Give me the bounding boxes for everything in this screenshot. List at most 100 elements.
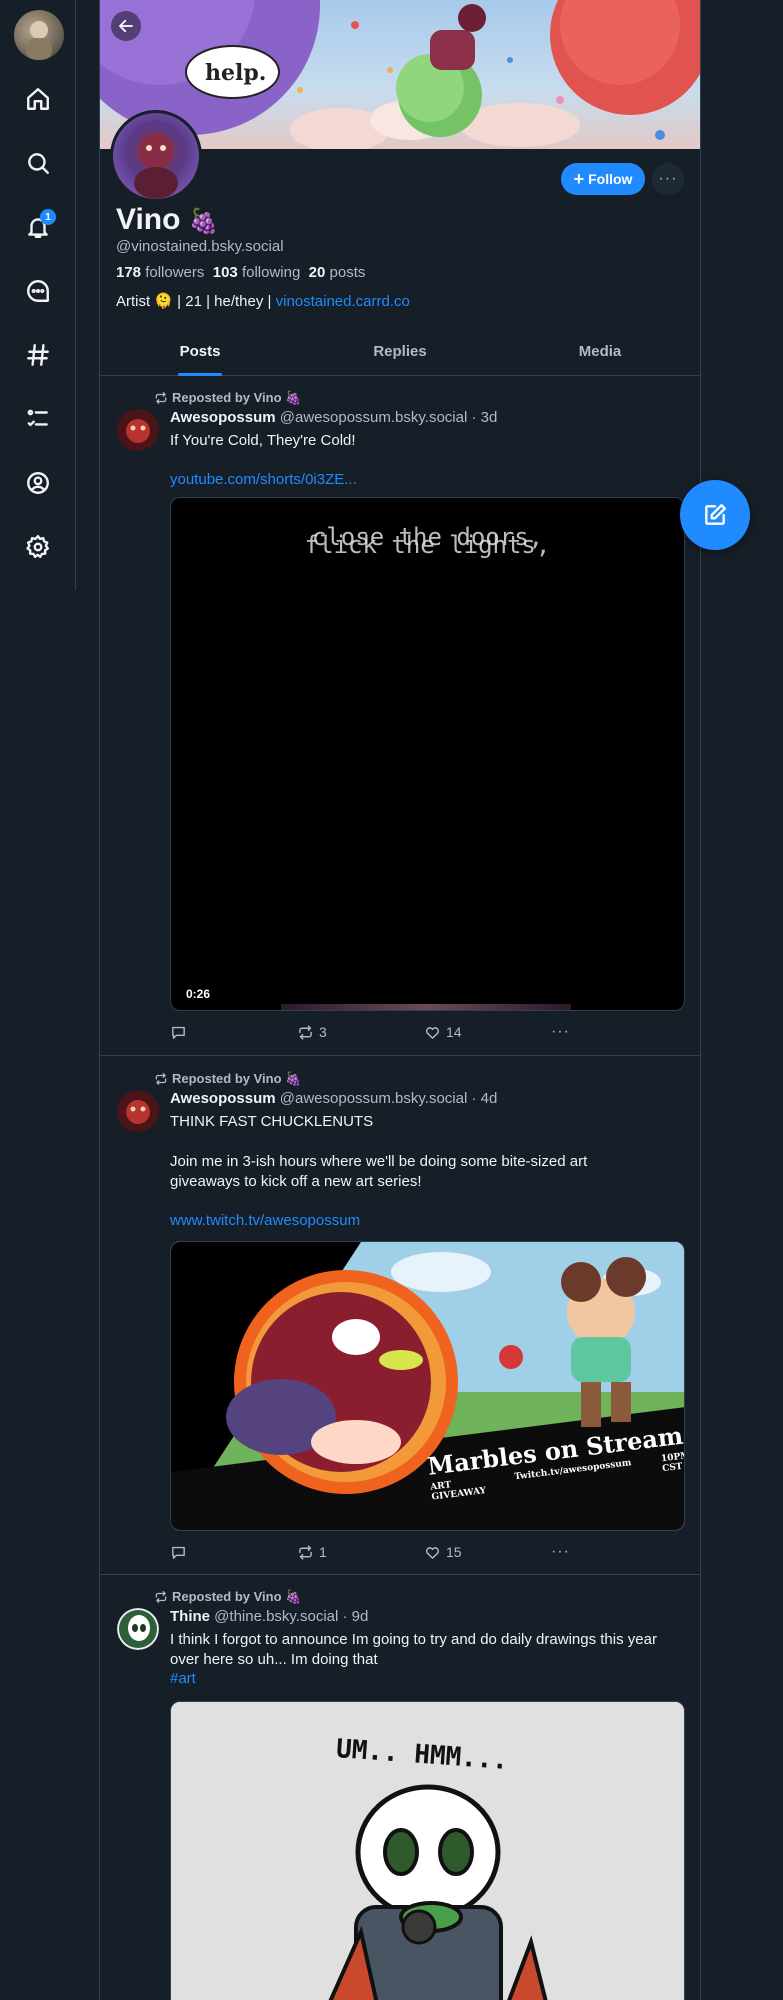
- post-author[interactable]: Thine: [170, 1608, 210, 1625]
- video-caption: close the doors, flick the lights,: [171, 525, 684, 557]
- like-count: 15: [445, 1544, 462, 1560]
- post-author[interactable]: Awesopossum: [170, 1090, 276, 1107]
- avatar[interactable]: [117, 409, 159, 451]
- home-icon[interactable]: [22, 83, 54, 115]
- gear-icon[interactable]: [22, 531, 54, 563]
- repost-label[interactable]: Reposted by Vino 🍇: [172, 1071, 301, 1087]
- post-handle[interactable]: @awesopossum.bsky.social: [280, 1090, 468, 1107]
- post-handle[interactable]: @awesopossum.bsky.social: [280, 409, 468, 426]
- follow-label: Follow: [588, 171, 633, 187]
- post-author[interactable]: Awesopossum: [170, 409, 276, 426]
- notification-badge: 1: [40, 209, 56, 225]
- posts-count: 20: [308, 264, 326, 281]
- video-thumbnail-strip: [281, 1004, 571, 1010]
- like-button[interactable]: 14: [424, 1024, 551, 1041]
- post-text: I think I forgot to announce Im going to…: [170, 1631, 657, 1668]
- feed-post[interactable]: Reposted by Vino 🍇 Awesopossum @awesopos…: [100, 377, 700, 1056]
- feed-post[interactable]: Reposted by Vino 🍇 Awesopossum @awesopos…: [100, 1056, 700, 1575]
- post-more-button[interactable]: ···: [551, 1543, 590, 1561]
- current-user-avatar[interactable]: [14, 10, 64, 60]
- repost-button[interactable]: 3: [297, 1024, 424, 1041]
- following-label: following: [241, 264, 301, 281]
- following-stat[interactable]: 103 following: [213, 264, 301, 281]
- more-options-button[interactable]: ···: [652, 163, 684, 195]
- post-actions: 3 14 ···: [170, 1022, 590, 1042]
- repost-icon: [155, 392, 167, 404]
- avatar[interactable]: [117, 1090, 159, 1132]
- repost-label[interactable]: Reposted by Vino 🍇: [172, 390, 301, 406]
- repost-icon: [155, 1591, 167, 1603]
- repost-button[interactable]: 1: [297, 1544, 424, 1561]
- display-name: Vino: [116, 203, 181, 236]
- post-header: Awesopossum @awesopossum.bsky.social · 4…: [170, 1090, 497, 1107]
- bell-icon[interactable]: 1: [22, 209, 56, 243]
- post-link[interactable]: www.twitch.tv/awesopossum: [170, 1212, 360, 1229]
- following-count: 103: [212, 264, 238, 281]
- post-link[interactable]: youtube.com/shorts/0i3ZE...: [170, 471, 357, 488]
- chat-icon[interactable]: [22, 275, 54, 307]
- repost-indicator: Reposted by Vino 🍇: [154, 1589, 301, 1605]
- post-image[interactable]: UM.. HMM...: [170, 1701, 685, 2000]
- repost-label[interactable]: Reposted by Vino 🍇: [172, 1589, 301, 1605]
- avatar[interactable]: [117, 1608, 159, 1650]
- banner-balloon-text: help.: [205, 60, 267, 86]
- video-duration: 0:26: [182, 986, 215, 1002]
- posts-label: posts: [329, 264, 366, 281]
- tab-posts[interactable]: Posts: [100, 333, 300, 375]
- repost-indicator: Reposted by Vino 🍇: [154, 390, 301, 406]
- repost-count: 3: [318, 1024, 327, 1040]
- repost-icon: [299, 1024, 312, 1040]
- profile-handle: @vinostained.bsky.social: [116, 238, 284, 255]
- repost-indicator: Reposted by Vino 🍇: [154, 1071, 301, 1087]
- profile-name: Vino 🍇: [116, 203, 219, 237]
- post-actions: 1 15 ···: [170, 1542, 590, 1562]
- like-count: 14: [445, 1024, 462, 1040]
- feed-post[interactable]: Reposted by Vino 🍇 Thine @thine.bsky.soc…: [100, 1575, 700, 2000]
- post-header: Thine @thine.bsky.social · 9d: [170, 1608, 368, 1625]
- tab-replies[interactable]: Replies: [300, 333, 500, 375]
- profile-avatar[interactable]: [110, 110, 202, 202]
- profile-stats: 178 followers 103 following 20 posts: [116, 264, 365, 281]
- name-emoji: 🍇: [188, 208, 219, 235]
- reply-button[interactable]: [170, 1024, 297, 1041]
- reply-button[interactable]: [170, 1544, 297, 1561]
- video-embed[interactable]: close the doors, flick the lights, 0:26: [170, 497, 685, 1011]
- speech-bubble: help.: [185, 45, 280, 99]
- compose-button[interactable]: [680, 480, 750, 550]
- posts-stat: 20 posts: [309, 264, 366, 281]
- post-more-button[interactable]: ···: [551, 1023, 590, 1041]
- post-hashtag[interactable]: #art: [170, 1670, 196, 1687]
- profile-tabs: Posts Replies Media: [100, 333, 700, 376]
- image-subtitle-text: 10PM CST: [660, 1450, 685, 1475]
- heart-icon: [425, 1026, 439, 1039]
- profile-icon[interactable]: [22, 467, 54, 499]
- back-button[interactable]: [111, 11, 141, 41]
- post-handle[interactable]: @thine.bsky.social: [214, 1608, 338, 1625]
- followers-stat[interactable]: 178 followers: [116, 264, 204, 281]
- plus-icon: +: [573, 169, 585, 189]
- post-time[interactable]: · 4d: [471, 1090, 497, 1107]
- post-text-line: Join me in 3-ish hours where we'll be do…: [170, 1153, 588, 1190]
- post-text: THINK FAST CHUCKLENUTS Join me in 3-ish …: [170, 1112, 690, 1192]
- heart-icon: [425, 1546, 439, 1559]
- bio-link[interactable]: vinostained.carrd.co: [276, 293, 410, 310]
- post-time[interactable]: · 9d: [343, 1608, 369, 1625]
- left-nav: 1: [0, 0, 76, 590]
- post-header: Awesopossum @awesopossum.bsky.social · 3…: [170, 409, 497, 426]
- compose-icon: [705, 504, 726, 525]
- post-time[interactable]: · 3d: [471, 409, 497, 426]
- post-image[interactable]: Marbles on Stream ART GIVEAWAY Twitch.tv…: [170, 1241, 685, 1531]
- follow-button[interactable]: + Follow: [561, 163, 645, 195]
- post-text-line: THINK FAST CHUCKLENUTS: [170, 1113, 374, 1130]
- like-button[interactable]: 15: [424, 1544, 551, 1561]
- profile-bio: Artist 🫠 | 21 | he/they | vinostained.ca…: [116, 292, 410, 310]
- hashtag-icon[interactable]: [22, 339, 54, 371]
- repost-icon: [299, 1544, 312, 1560]
- tab-media[interactable]: Media: [500, 333, 700, 375]
- repost-icon: [155, 1073, 167, 1085]
- ellipsis-icon: ···: [658, 170, 678, 187]
- ellipsis-icon: ···: [550, 1023, 570, 1040]
- list-icon[interactable]: [22, 403, 54, 435]
- repost-count: 1: [318, 1544, 327, 1560]
- search-icon[interactable]: [22, 147, 54, 179]
